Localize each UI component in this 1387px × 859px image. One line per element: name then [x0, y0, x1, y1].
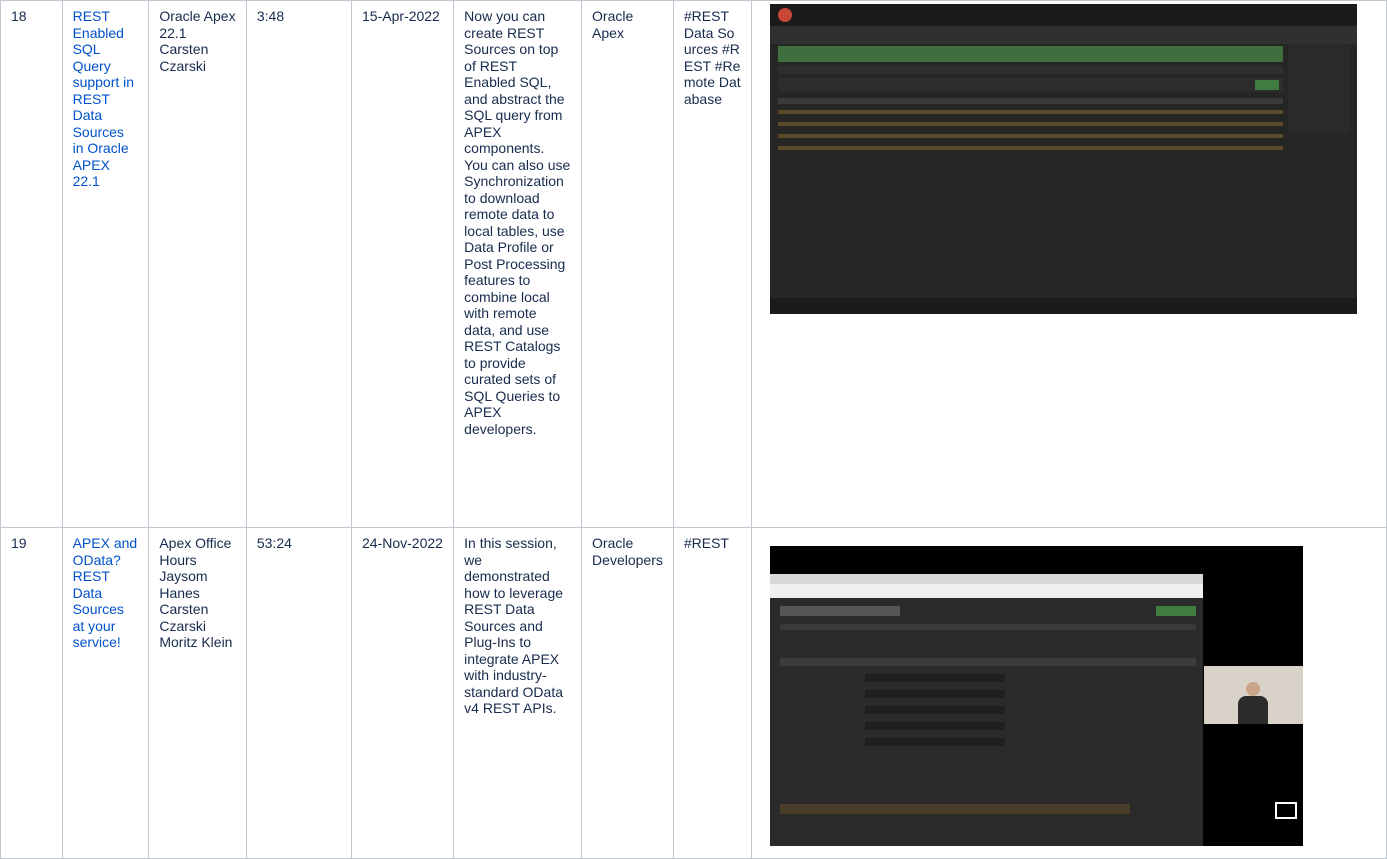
duration: 3:48 [256, 8, 285, 24]
create-button [1255, 80, 1279, 90]
date: 24-Nov-2022 [362, 535, 443, 551]
presenters: Oracle Apex 22.1 Carsten Czarski [159, 8, 236, 74]
channel: Oracle Developers [592, 535, 663, 568]
description: Now you can create REST Sources on top o… [464, 8, 571, 437]
form-field [865, 722, 1005, 730]
presenter-head [1246, 682, 1260, 696]
search-row [778, 78, 1283, 92]
report-row [778, 110, 1283, 114]
presenter [1238, 696, 1268, 724]
duration: 53:24 [256, 535, 292, 551]
tags: #REST Data Sources #REST #Remote Databas… [683, 8, 741, 107]
row-number: 18 [11, 8, 27, 24]
report-header [778, 98, 1283, 104]
date: 15-Apr-2022 [362, 8, 440, 24]
report-row [778, 134, 1283, 138]
channel: Oracle Apex [592, 8, 634, 41]
report-row [778, 146, 1283, 150]
video-title-link[interactable]: APEX and OData? REST Data Sources at you… [73, 535, 138, 650]
tab-row [780, 624, 1196, 630]
row-number: 19 [11, 535, 27, 551]
report-row [778, 122, 1283, 126]
play-icon[interactable] [1275, 802, 1297, 819]
form-field [865, 706, 1005, 714]
description: In this session, we demonstrated how to … [464, 535, 564, 716]
table-header [780, 804, 1130, 814]
form-field [865, 674, 1005, 682]
form-field [865, 738, 1005, 746]
page-title-bar [780, 606, 900, 616]
video-top-bar [770, 4, 1357, 26]
apply-button [1156, 606, 1196, 616]
presenters: Apex Office Hours Jaysom Hanes Carsten C… [159, 535, 233, 650]
form-field [865, 690, 1005, 698]
region-header [778, 46, 1283, 62]
status-bar [770, 298, 1357, 314]
toolbar [770, 26, 1357, 44]
help-panel [1288, 44, 1350, 134]
browser-address-bar [770, 584, 1203, 598]
apex-logo-icon [778, 8, 792, 22]
video-title-link[interactable]: REST Enabled SQL Query support in REST D… [73, 8, 134, 189]
tags: #REST [683, 535, 729, 551]
browser-tabs [770, 574, 1203, 584]
section-header [780, 658, 1196, 666]
video-thumbnail[interactable] [770, 4, 1357, 314]
video-thumbnail[interactable] [770, 546, 1303, 846]
tab-row [778, 66, 1283, 74]
